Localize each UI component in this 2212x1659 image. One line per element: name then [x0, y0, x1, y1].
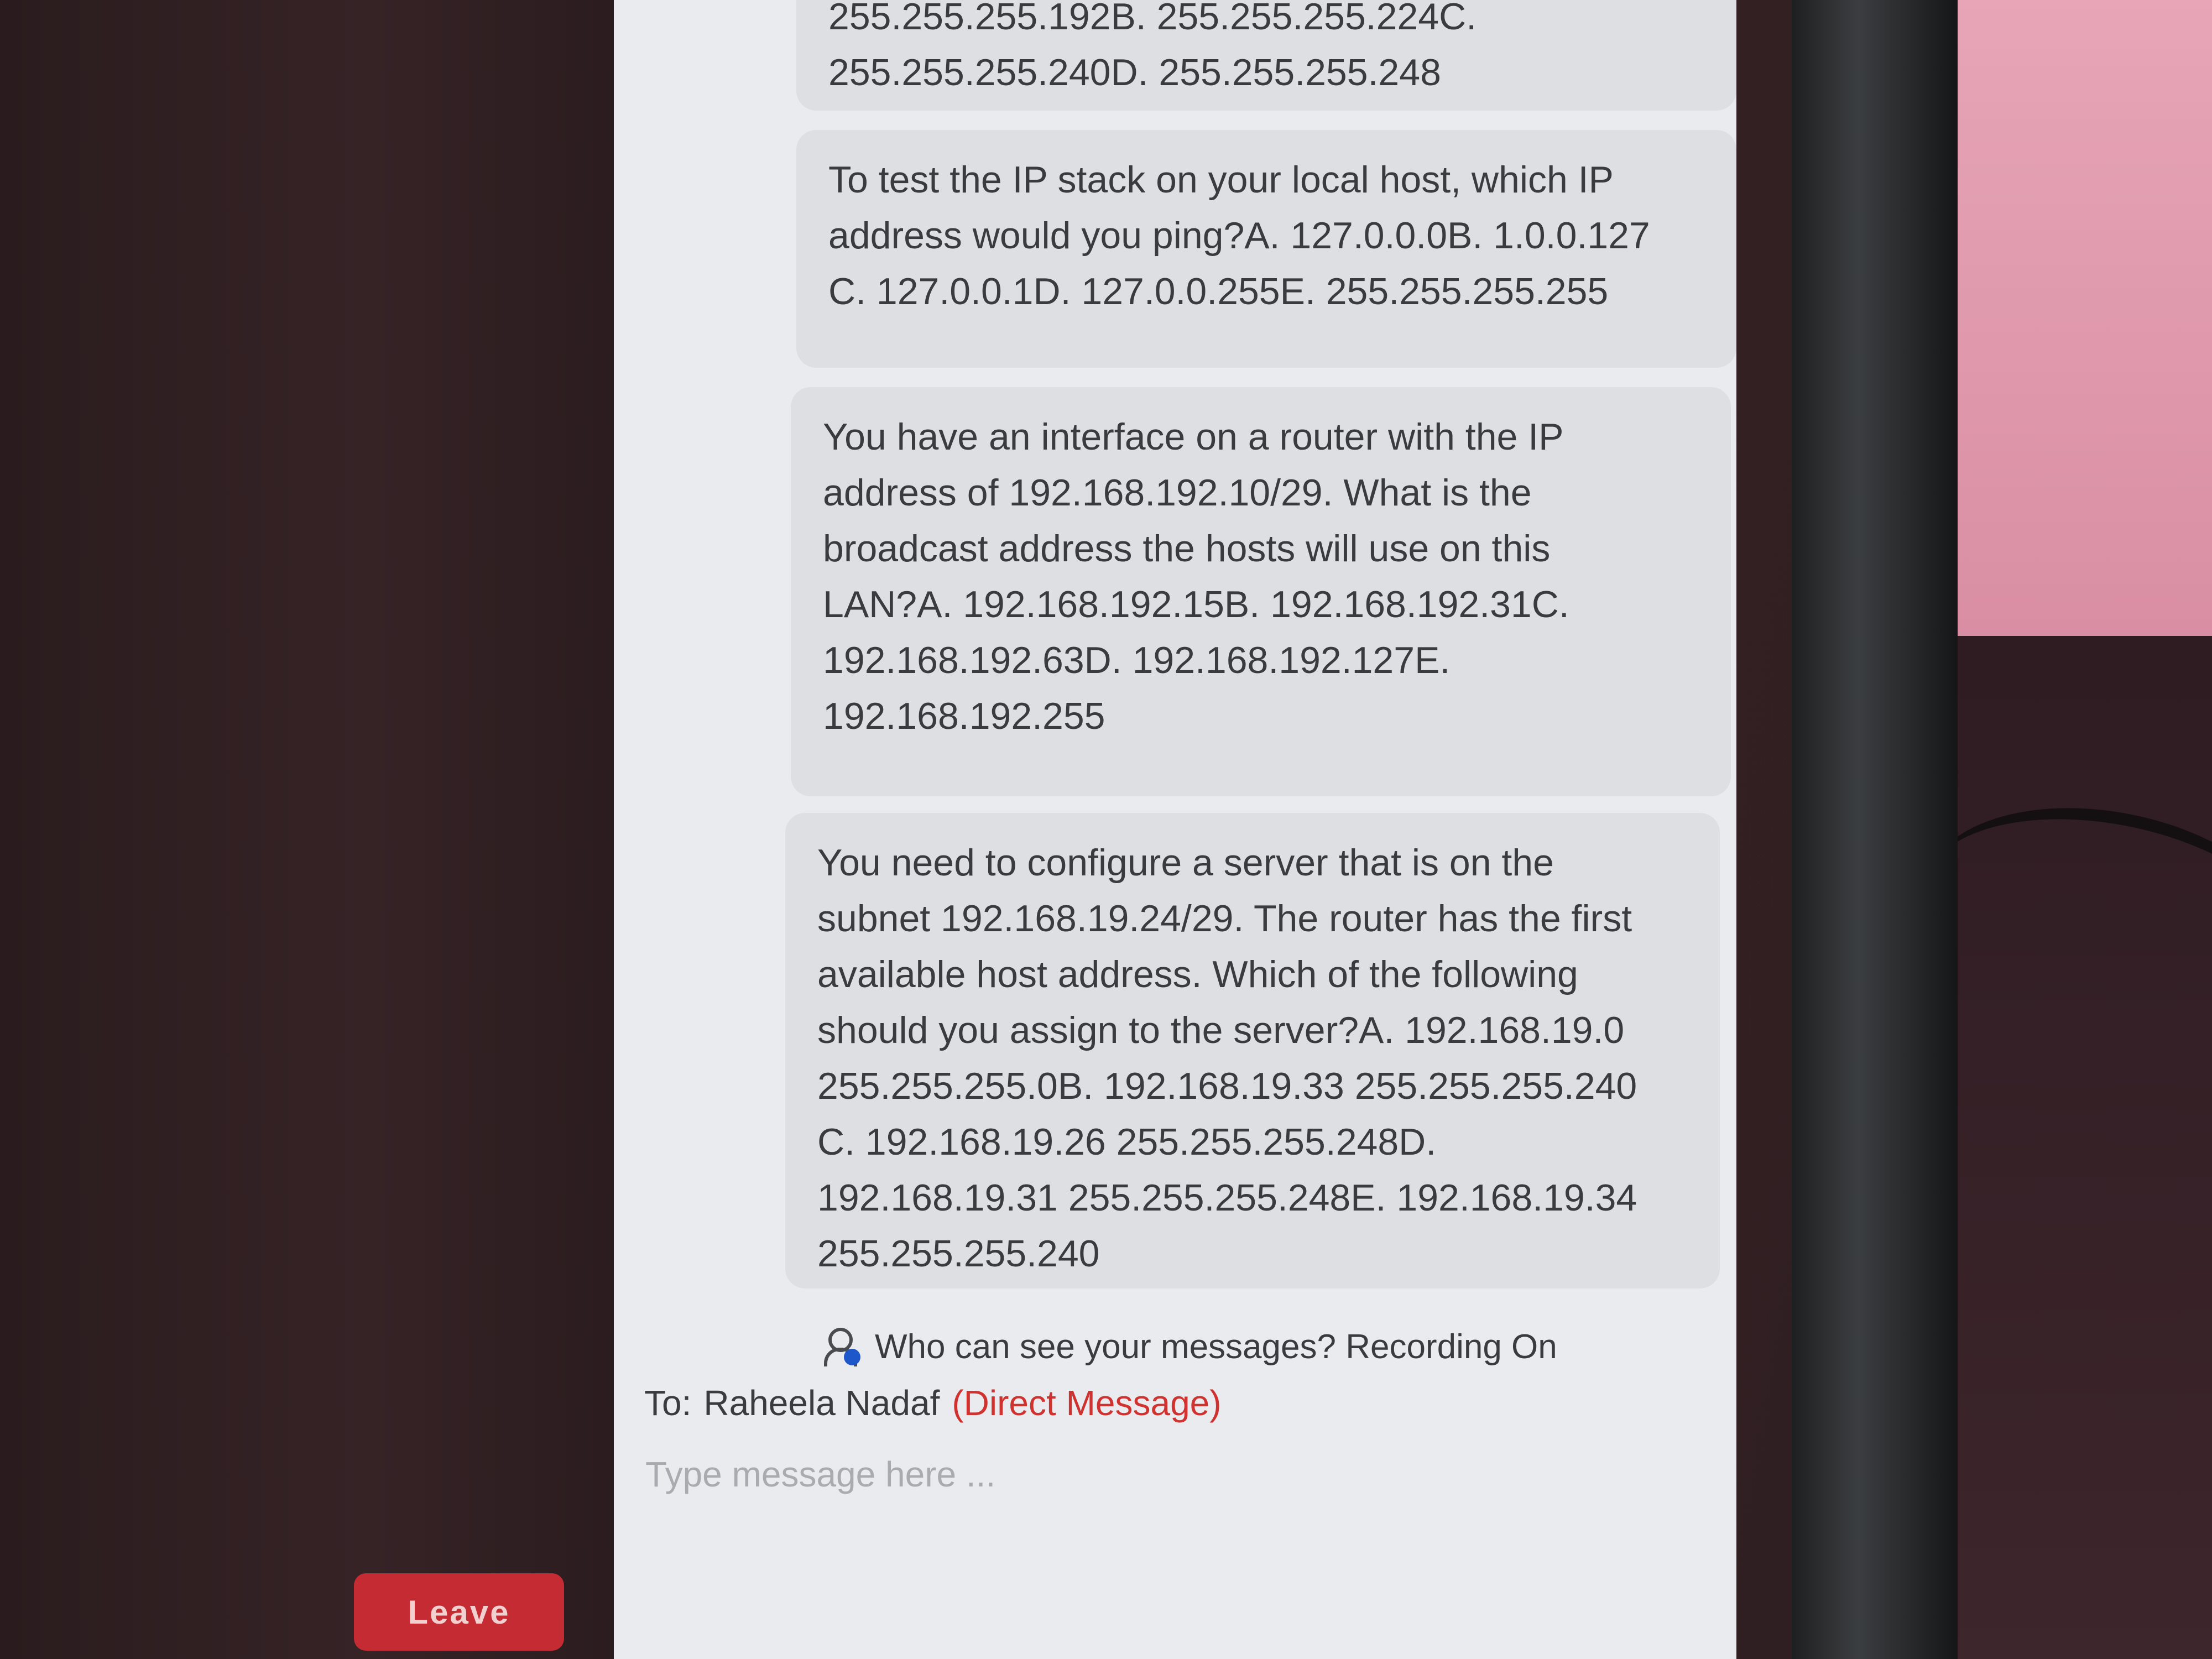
- recipient-selector[interactable]: To: Raheela Nadaf (Direct Message): [644, 1383, 1222, 1423]
- person-visibility-icon: [824, 1324, 863, 1369]
- chat-message: To test the IP stack on your local host,…: [796, 130, 1736, 368]
- recipient-name[interactable]: Raheela Nadaf: [703, 1383, 940, 1423]
- chat-panel: 255.255.255.192B. 255.255.255.224C. 255.…: [614, 0, 1736, 1659]
- background-wall: [1947, 0, 2212, 636]
- direct-message-tag: (Direct Message): [952, 1383, 1222, 1423]
- monitor-bezel: [1792, 0, 1958, 1659]
- to-label: To:: [644, 1383, 692, 1423]
- chat-message: You need to configure a server that is o…: [785, 813, 1720, 1288]
- chat-message: You have an interface on a router with t…: [791, 387, 1731, 796]
- message-visibility-notice[interactable]: Who can see your messages? Recording On: [824, 1319, 1557, 1374]
- chat-message: 255.255.255.192B. 255.255.255.224C. 255.…: [796, 0, 1736, 111]
- visibility-notice-text: Who can see your messages? Recording On: [875, 1327, 1557, 1366]
- meeting-video-area: [0, 0, 614, 1659]
- leave-button[interactable]: Leave: [354, 1573, 564, 1651]
- message-input[interactable]: [644, 1446, 1642, 1503]
